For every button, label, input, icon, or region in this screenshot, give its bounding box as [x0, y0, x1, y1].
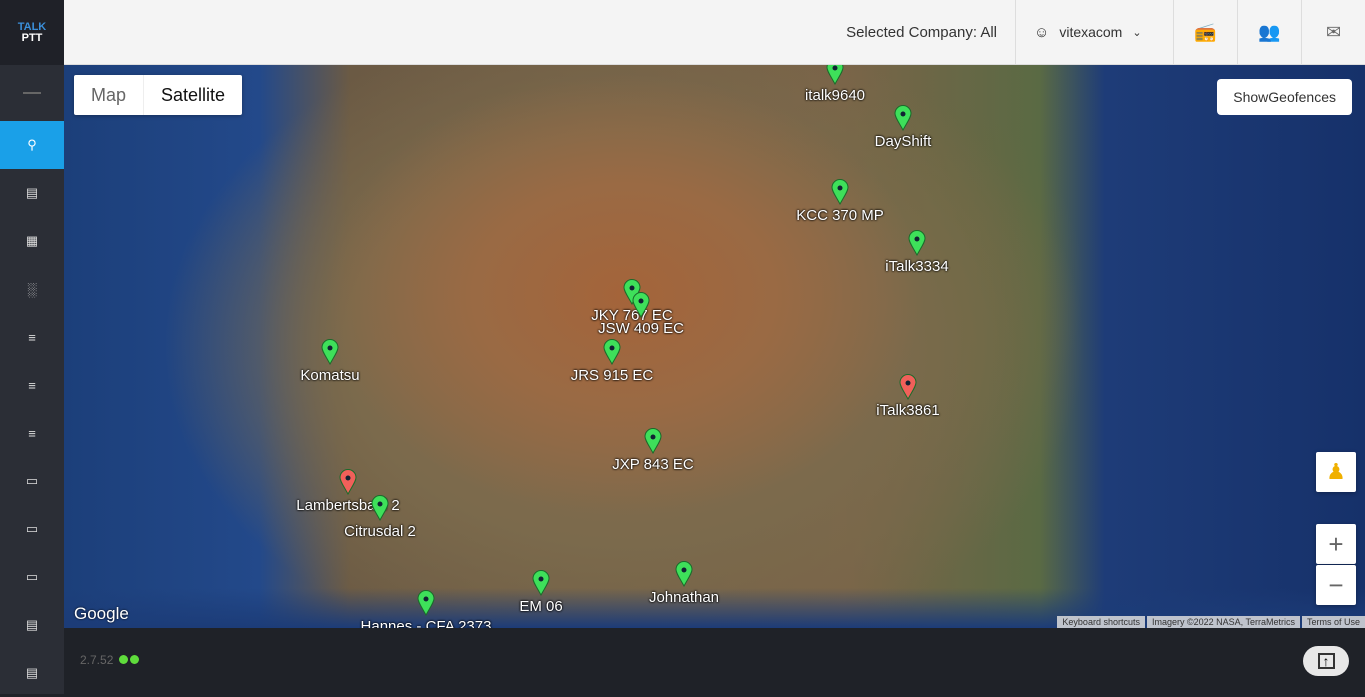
map-marker[interactable] — [831, 179, 849, 205]
map-marker[interactable] — [826, 65, 844, 85]
marker-label: Johnathan — [648, 589, 720, 606]
username: vitexacom — [1059, 24, 1123, 40]
open-in-new-icon: ↑ — [1317, 653, 1335, 669]
sidebar-item-8[interactable]: ▭ — [0, 505, 64, 553]
playlist-icon: ≡ — [28, 425, 36, 441]
clipboard-icon: ▤ — [25, 617, 39, 632]
google-logo: Google — [74, 604, 129, 623]
map-type-control: Map Satellite — [74, 75, 243, 115]
version-info: 2.7.52 — [80, 653, 139, 667]
user-icon: ☺ — [1034, 23, 1050, 41]
marker-label: Komatsu — [300, 367, 360, 384]
sidebar: TALK PTT ⚲ ▤ ▦ ░ ≡ ≡ ≡ ▭ ▭ ▭ ▤ ▤ — [0, 0, 64, 694]
marker-label: DayShift — [874, 133, 932, 150]
footer: 2.7.52 ↑ — [64, 628, 1365, 694]
sidebar-item-0[interactable]: ⚲ — [0, 121, 64, 169]
map-icon: ▦ — [25, 233, 39, 248]
expand-panel-button[interactable]: ↑ — [1303, 646, 1349, 676]
map-marker[interactable] — [321, 339, 339, 365]
map-marker[interactable] — [532, 570, 550, 596]
location-pin-icon: ⚲ — [27, 137, 37, 152]
map-marker[interactable] — [603, 339, 621, 365]
map-marker[interactable] — [644, 428, 662, 454]
playlist-icon: ≡ — [28, 377, 36, 393]
sidebar-item-4[interactable]: ≡ — [0, 313, 64, 361]
marker-label: EM 06 — [519, 598, 563, 615]
mail-icon: ✉ — [1325, 21, 1342, 42]
sidebar-item-2[interactable]: ▦ — [0, 217, 64, 265]
sidebar-item-1[interactable]: ▤ — [0, 169, 64, 217]
clipboard-icon: ▤ — [25, 665, 39, 680]
imagery-attribution: Imagery ©2022 NASA, TerraMetrics — [1146, 616, 1300, 628]
marker-label: iTalk3334 — [885, 258, 949, 275]
terms-link[interactable]: Terms of Use — [1301, 616, 1365, 628]
user-menu[interactable]: ☺ vitexacom ⌄ — [1015, 0, 1173, 64]
bar-chart-icon: ░ — [27, 281, 37, 297]
sidebar-item-6[interactable]: ≡ — [0, 409, 64, 457]
sidebar-item-7[interactable]: ▭ — [0, 457, 64, 505]
marker-label: Citrusdal 2 — [344, 523, 416, 540]
video-camera-icon: ▭ — [25, 473, 39, 488]
status-dot — [118, 655, 128, 664]
marker-label: JRS 915 EC — [570, 367, 654, 384]
marker-label: JSW 409 EC — [598, 320, 684, 337]
messages-button[interactable]: ✉ — [1301, 0, 1365, 64]
contact-card-icon: ▤ — [25, 185, 39, 200]
show-geofences-button[interactable]: ShowGeofences — [1217, 79, 1352, 115]
playlist-icon: ≡ — [28, 329, 36, 345]
logo[interactable]: TALK PTT — [0, 0, 64, 65]
marker-label: italk9640 — [804, 87, 866, 104]
video-camera-icon: ▭ — [25, 521, 39, 536]
chevron-down-icon: ⌄ — [1132, 26, 1142, 39]
zoom-in-button[interactable]: + — [1316, 524, 1356, 564]
sidebar-item-10[interactable]: ▤ — [0, 601, 64, 649]
video-camera-icon: ▭ — [25, 569, 39, 584]
map-marker[interactable] — [894, 105, 912, 131]
map-marker[interactable] — [371, 495, 389, 521]
marker-label: KCC 370 MP — [796, 207, 884, 224]
map-type-satellite[interactable]: Satellite — [144, 75, 242, 115]
sidebar-item-3[interactable]: ░ — [0, 265, 64, 313]
map-marker[interactable] — [417, 590, 435, 616]
marker-label: JXP 843 EC — [612, 456, 694, 473]
radio-button[interactable]: 📻 — [1173, 0, 1237, 64]
street-view-pegman[interactable]: ♟ — [1316, 452, 1356, 492]
map-marker[interactable] — [632, 292, 650, 318]
topbar: Selected Company: All ☺ vitexacom ⌄ 📻 👥 … — [64, 0, 1365, 65]
map-type-map[interactable]: Map — [74, 75, 145, 115]
sidebar-item-11[interactable]: ▤ — [0, 649, 64, 697]
map-marker[interactable] — [675, 561, 693, 587]
marker-label: iTalk3861 — [876, 402, 940, 419]
sidebar-item-9[interactable]: ▭ — [0, 553, 64, 601]
zoom-out-button[interactable]: − — [1316, 565, 1356, 605]
users-icon: 👥 — [1258, 21, 1281, 42]
walkie-talkie-icon: 📻 — [1194, 21, 1217, 42]
sidebar-toggle[interactable] — [0, 65, 64, 121]
map-marker[interactable] — [339, 469, 357, 495]
map-marker[interactable] — [908, 230, 926, 256]
map-marker[interactable] — [899, 374, 917, 400]
status-dot — [129, 655, 139, 664]
map[interactable]: italk9640 DayShift KCC 370 MP iTalk3334 JKY … — [64, 65, 1365, 628]
sidebar-item-5[interactable]: ≡ — [0, 361, 64, 409]
selected-company: Selected Company: All — [846, 23, 997, 41]
groups-button[interactable]: 👥 — [1237, 0, 1301, 64]
keyboard-shortcuts-link[interactable]: Keyboard shortcuts — [1057, 616, 1145, 628]
marker-label: Hannes - CFA 2373 — [360, 618, 492, 628]
